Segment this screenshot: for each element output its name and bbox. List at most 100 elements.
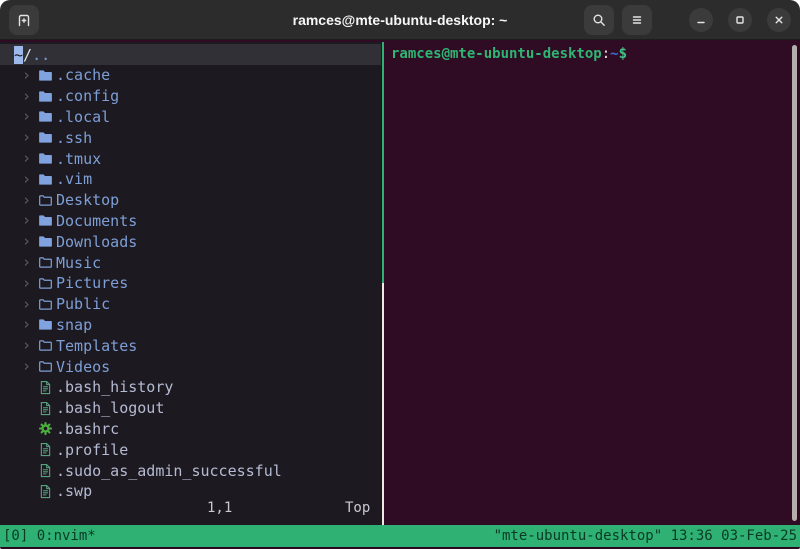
tree-item-label: Documents bbox=[56, 211, 138, 230]
tree-item-iconslot bbox=[38, 193, 56, 208]
tree-item[interactable]: › Videos bbox=[0, 356, 381, 377]
tree-item[interactable]: › .ssh bbox=[0, 127, 381, 148]
folder-outline-icon bbox=[39, 257, 52, 268]
tree-item-label: .ssh bbox=[56, 128, 93, 147]
chevron-right-icon[interactable]: › bbox=[22, 151, 38, 166]
folder-icon bbox=[39, 91, 52, 102]
terminal-window: ramces@mte-ubuntu-desktop: ~ ~ / .. › .c… bbox=[0, 0, 800, 549]
tree-item-label: .tmux bbox=[56, 149, 102, 168]
tree-item[interactable]: › Music bbox=[0, 252, 381, 273]
tree-item[interactable]: › Downloads bbox=[0, 231, 381, 252]
tree-item-iconslot bbox=[38, 172, 56, 187]
gear-icon bbox=[38, 422, 53, 436]
folder-icon bbox=[39, 215, 52, 227]
chevron-right-icon[interactable]: › bbox=[22, 171, 38, 187]
tree-item[interactable]: › Pictures bbox=[0, 273, 381, 294]
ruler: 1,1 Top bbox=[0, 500, 381, 520]
tree-item-label: Pictures bbox=[56, 274, 129, 293]
prompt-symbol: $ bbox=[618, 46, 628, 62]
new-tab-button[interactable] bbox=[9, 4, 39, 35]
tree-item-iconslot bbox=[38, 276, 56, 291]
tmux-session-window: [0] 0:nvim* bbox=[3, 528, 96, 544]
tree-item-label: .cache bbox=[56, 66, 111, 85]
tree-item[interactable]: › .config bbox=[0, 86, 381, 107]
tree-item-label: Desktop bbox=[56, 191, 120, 210]
folder-icon bbox=[39, 236, 52, 247]
tmux-status-bar: [0] 0:nvim* "mte-ubuntu-desktop" 13:36 0… bbox=[0, 525, 800, 547]
folder-outline-icon bbox=[39, 194, 52, 206]
tree-item-iconslot bbox=[38, 68, 56, 83]
chevron-right-icon[interactable]: › bbox=[22, 255, 38, 270]
tree-item-iconslot bbox=[38, 421, 56, 436]
tree-item[interactable]: › .tmux bbox=[0, 148, 381, 169]
chevron-right-icon[interactable]: › bbox=[22, 88, 38, 104]
shell-prompt: ramces@mte-ubuntu-desktop:~$ bbox=[391, 46, 800, 62]
tree-item[interactable]: › .local bbox=[0, 107, 381, 128]
tree-item[interactable]: › .cache bbox=[0, 65, 381, 86]
maximize-icon bbox=[736, 15, 744, 24]
chevron-right-icon[interactable]: › bbox=[22, 317, 38, 332]
chevron-right-icon[interactable]: › bbox=[22, 359, 38, 374]
tree-item-iconslot bbox=[38, 151, 56, 166]
titlebar-actions bbox=[576, 4, 791, 35]
menu-button[interactable] bbox=[622, 4, 652, 35]
prompt-colon: : bbox=[601, 46, 611, 62]
tree-item-iconslot bbox=[38, 317, 56, 332]
tree-item[interactable]: › .bashrc bbox=[0, 419, 381, 440]
tree-item[interactable]: › snap bbox=[0, 315, 381, 336]
tree-item-iconslot bbox=[38, 213, 56, 228]
chevron-right-icon[interactable]: › bbox=[22, 296, 38, 312]
nvim-file-tree-pane[interactable]: ~ /.. › .cache › .config › .local › .ssh… bbox=[0, 42, 381, 525]
folder-icon bbox=[39, 70, 52, 81]
shell-pane[interactable]: ramces@mte-ubuntu-desktop:~$ bbox=[385, 42, 800, 525]
tree-item-iconslot bbox=[38, 463, 56, 478]
cursor-position: 1,1 bbox=[207, 500, 233, 516]
tree-item-iconslot bbox=[38, 359, 56, 374]
close-icon bbox=[775, 16, 783, 23]
folder-icon bbox=[39, 132, 52, 143]
tree-item[interactable]: › .bash_hist bbox=[0, 377, 381, 398]
tree-root-row[interactable]: ~ /.. bbox=[0, 44, 381, 65]
tree-item-iconslot bbox=[38, 484, 56, 499]
prompt-path: ~ bbox=[610, 46, 619, 62]
search-button[interactable] bbox=[584, 4, 614, 35]
tree-item[interactable]: › .sudo_as_a bbox=[0, 460, 381, 481]
folder-outline-icon bbox=[39, 278, 52, 289]
tree-item[interactable]: › Documents bbox=[0, 211, 381, 232]
tree-item-iconslot bbox=[38, 130, 56, 145]
minimize-button[interactable] bbox=[689, 7, 713, 32]
maximize-button[interactable] bbox=[728, 7, 752, 32]
search-icon bbox=[593, 14, 605, 26]
tree-item-iconslot bbox=[38, 234, 56, 249]
chevron-right-icon[interactable]: › bbox=[22, 67, 38, 83]
chevron-right-icon[interactable]: › bbox=[22, 192, 38, 208]
tree-item-label: Videos bbox=[56, 357, 111, 376]
file-icon bbox=[40, 463, 51, 478]
tree-item-label: .bash_history bbox=[56, 378, 174, 397]
tree-item[interactable]: › .profile bbox=[0, 439, 381, 460]
tree-item[interactable]: › Desktop bbox=[0, 190, 381, 211]
root-slash: / bbox=[23, 45, 33, 64]
close-button[interactable] bbox=[767, 7, 791, 32]
tree-item[interactable]: › .vim bbox=[0, 169, 381, 190]
hamburger-menu-icon bbox=[632, 15, 642, 24]
tree-item[interactable]: › .swp bbox=[0, 481, 381, 502]
chevron-right-icon[interactable]: › bbox=[22, 109, 38, 124]
chevron-right-icon[interactable]: › bbox=[22, 213, 38, 228]
cursor-block: ~ bbox=[14, 45, 24, 64]
tree-item[interactable]: › .bash_logo bbox=[0, 398, 381, 419]
tree-item[interactable]: › Public bbox=[0, 294, 381, 315]
prompt-user-host: ramces@mte-ubuntu-desktop bbox=[391, 46, 602, 62]
file-icon bbox=[40, 401, 51, 415]
chevron-right-icon[interactable]: › bbox=[22, 338, 38, 353]
scroll-indicator: Top bbox=[345, 500, 371, 516]
tree-item[interactable]: › Templates bbox=[0, 335, 381, 356]
file-icon bbox=[40, 443, 51, 457]
scrollbar-thumb[interactable] bbox=[792, 45, 797, 521]
tree-item-iconslot bbox=[38, 297, 56, 312]
tree-item-label: .swp bbox=[56, 482, 93, 501]
folder-outline-icon bbox=[39, 361, 52, 372]
chevron-right-icon[interactable]: › bbox=[22, 130, 38, 145]
chevron-right-icon[interactable]: › bbox=[22, 275, 38, 291]
chevron-right-icon[interactable]: › bbox=[22, 234, 38, 249]
